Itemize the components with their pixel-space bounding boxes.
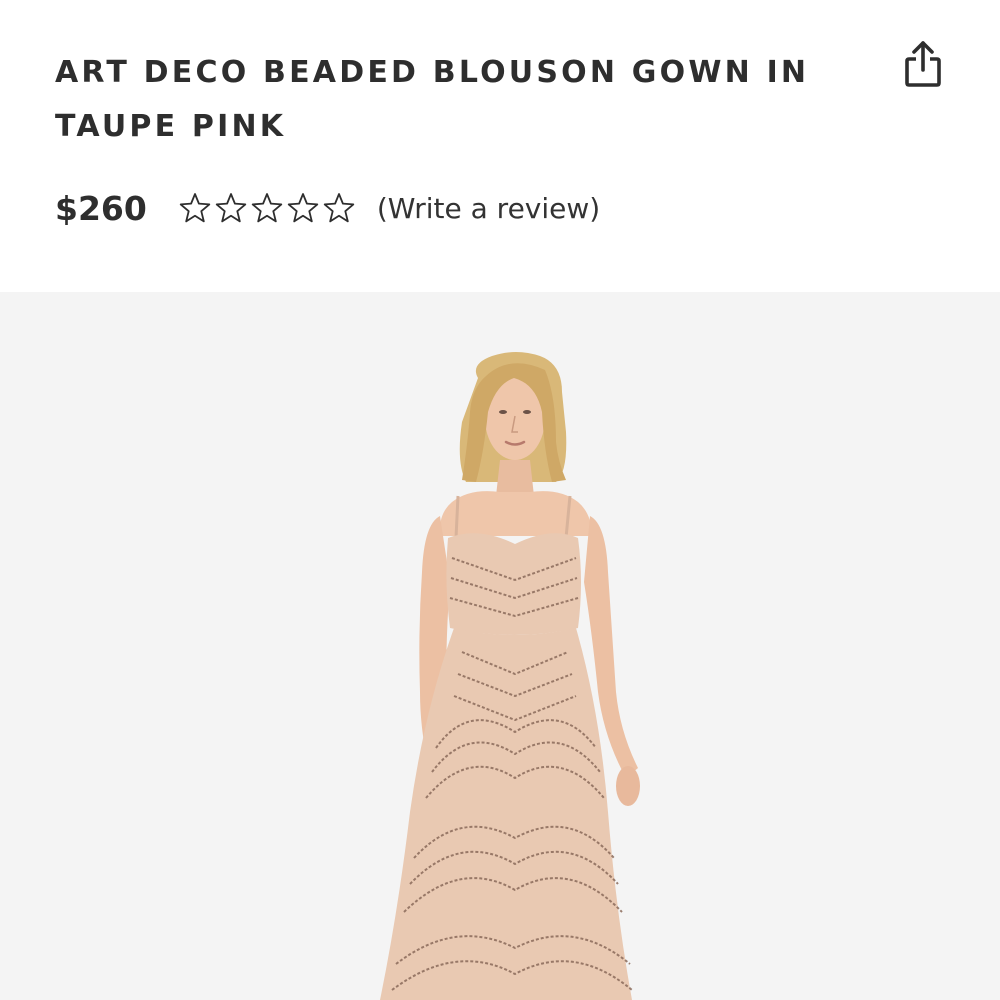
- product-photo: [0, 292, 1000, 1000]
- product-image-gallery[interactable]: [0, 292, 1000, 1000]
- share-button[interactable]: [898, 38, 948, 90]
- star-outline-icon[interactable]: [213, 192, 249, 224]
- product-title: ART DECO BEADED BLOUSON GOWN IN TAUPE PI…: [55, 55, 810, 144]
- star-outline-icon[interactable]: [285, 192, 321, 224]
- share-icon: [905, 41, 941, 87]
- star-outline-icon[interactable]: [249, 192, 285, 224]
- star-rating[interactable]: [177, 192, 357, 224]
- product-header: ART DECO BEADED BLOUSON GOWN IN TAUPE PI…: [0, 0, 1000, 292]
- write-review-link[interactable]: (Write a review): [377, 192, 600, 225]
- product-price: $260: [55, 188, 147, 228]
- star-outline-icon[interactable]: [177, 192, 213, 224]
- price-rating-row: $260 (Write a review): [55, 182, 600, 234]
- star-outline-icon[interactable]: [321, 192, 357, 224]
